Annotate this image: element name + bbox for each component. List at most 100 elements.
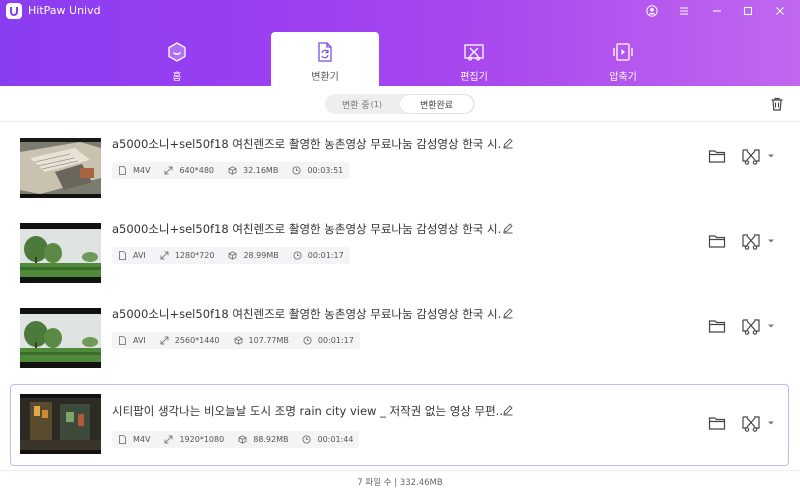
- status-segment-control: 변환 중 (1) 변환완료: [325, 94, 475, 114]
- file-resolution: 1280*720: [174, 251, 215, 260]
- convert-edit-icon[interactable]: [740, 315, 762, 337]
- menu-button[interactable]: [675, 2, 693, 20]
- chevron-down-icon[interactable]: [767, 152, 775, 160]
- duration-info: 00:01:17: [303, 336, 354, 345]
- folder-icon[interactable]: [708, 318, 726, 334]
- resolution-info: 1920*1080: [164, 435, 224, 444]
- video-thumbnail: [20, 308, 101, 368]
- close-button[interactable]: [771, 2, 789, 20]
- converting-count: (1): [370, 99, 383, 109]
- file-meta: M4V 640*480 32.16MB 00:03:51: [112, 162, 350, 179]
- file-icon: [119, 166, 126, 175]
- file-row-selected[interactable]: 시티팝이 생각나는 비오늘날 도시 조명 rain city view _ 저작…: [10, 384, 789, 466]
- cube-icon: [238, 435, 247, 444]
- thumbnail-desk-image: [20, 138, 101, 198]
- duration-info: 00:03:51: [292, 166, 343, 175]
- file-row[interactable]: a5000소니+sel50f18 여친렌즈로 촬영한 농촌영상 무료나눔 감성영…: [10, 124, 789, 204]
- resize-icon: [160, 251, 169, 260]
- folder-icon[interactable]: [708, 148, 726, 164]
- status-bar: 변환 중 (1) 변환완료: [0, 86, 800, 122]
- trash-icon[interactable]: [769, 96, 785, 112]
- file-name: 시티팝이 생각나는 비오늘날 도시 조명 rain city view _ 저작…: [112, 404, 502, 418]
- converting-tab[interactable]: 변환 중 (1): [325, 94, 399, 114]
- home-icon: [168, 42, 186, 62]
- maximize-button[interactable]: [739, 2, 757, 20]
- edit-icon[interactable]: [502, 222, 514, 234]
- clock-icon: [303, 336, 312, 345]
- clock-icon: [292, 166, 301, 175]
- chevron-down-icon[interactable]: [767, 419, 775, 427]
- compressor-icon: [613, 43, 633, 61]
- size-info: 107.77MB: [234, 336, 289, 345]
- convert-edit-icon[interactable]: [740, 145, 762, 167]
- file-duration: 00:01:17: [307, 251, 344, 260]
- file-size: 32.16MB: [243, 166, 279, 175]
- file-icon: [119, 336, 126, 345]
- file-format: AVI: [133, 336, 146, 345]
- edit-icon[interactable]: [502, 404, 514, 416]
- tab-home[interactable]: 홈: [123, 32, 231, 86]
- app-logo-icon: [6, 3, 22, 19]
- video-thumbnail: [20, 394, 101, 454]
- tab-home-label: 홈: [172, 72, 182, 83]
- account-button[interactable]: [643, 2, 661, 20]
- file-row[interactable]: a5000소니+sel50f18 여친렌즈로 촬영한 농촌영상 무료나눔 감성영…: [10, 209, 789, 289]
- minimize-icon: [713, 10, 721, 12]
- file-row[interactable]: a5000소니+sel50f18 여친렌즈로 촬영한 농촌영상 무료나눔 감성영…: [10, 294, 789, 374]
- cube-icon: [234, 336, 242, 345]
- tab-converter[interactable]: 변환기: [271, 32, 379, 86]
- resolution-info: 2560*1440: [160, 336, 220, 345]
- duration-info: 00:01:17: [293, 251, 344, 260]
- file-format: AVI: [133, 251, 146, 260]
- resize-icon: [165, 435, 173, 444]
- file-icon: [119, 251, 126, 260]
- cube-icon: [228, 166, 237, 175]
- folder-icon[interactable]: [708, 415, 726, 431]
- tab-editor[interactable]: 편집기: [420, 32, 528, 86]
- format-info: AVI: [118, 336, 146, 345]
- convert-edit-icon[interactable]: [740, 230, 762, 252]
- size-info: 32.16MB: [228, 166, 278, 175]
- file-size: 107.77MB: [248, 336, 289, 345]
- edit-icon[interactable]: [502, 307, 514, 319]
- editor-icon: [464, 44, 484, 61]
- thumbnail-city-rain-image: [20, 394, 101, 454]
- maximize-icon: [743, 6, 753, 16]
- converting-tab-label: 변환 중: [341, 100, 370, 111]
- duration-info: 00:01:44: [302, 435, 353, 444]
- tab-editor-label: 편집기: [460, 72, 488, 83]
- tab-compressor-label: 압축기: [609, 72, 637, 83]
- resolution-info: 640*480: [164, 166, 214, 175]
- title-bar: HitPaw Univd: [0, 0, 800, 22]
- video-thumbnail: [20, 223, 101, 283]
- edit-icon[interactable]: [502, 137, 514, 149]
- thumbnail-countryside-image: [20, 308, 101, 368]
- folder-icon[interactable]: [708, 233, 726, 249]
- chevron-down-icon[interactable]: [767, 322, 775, 330]
- file-name: a5000소니+sel50f18 여친렌즈로 촬영한 농촌영상 무료나눔 감성영…: [112, 307, 502, 321]
- file-meta: AVI 1280*720 28.99MB 00:01:17: [112, 247, 350, 264]
- resize-icon: [165, 166, 173, 175]
- format-info: AVI: [118, 251, 146, 260]
- file-format: M4V: [133, 435, 151, 444]
- file-name: a5000소니+sel50f18 여친렌즈로 촬영한 농촌영상 무료나눔 감성영…: [112, 137, 502, 151]
- close-icon: [776, 7, 784, 15]
- file-name: a5000소니+sel50f18 여친렌즈로 촬영한 농촌영상 무료나눔 감성영…: [112, 222, 502, 236]
- minimize-button[interactable]: [708, 2, 726, 20]
- app-header: HitPaw Univd 홈 변환기 편집기 압축기: [0, 0, 800, 86]
- file-duration: 00:03:51: [307, 166, 344, 175]
- format-info: M4V: [118, 435, 150, 444]
- converted-tab[interactable]: 변환완료: [400, 95, 473, 113]
- file-size: 88.92MB: [253, 435, 289, 444]
- user-icon: [646, 5, 658, 17]
- size-info: 28.99MB: [228, 251, 279, 260]
- hamburger-icon: [680, 7, 688, 15]
- converted-tab-label: 변환완료: [419, 100, 454, 111]
- convert-edit-icon[interactable]: [740, 412, 762, 434]
- video-thumbnail: [20, 138, 101, 198]
- converter-icon: [318, 42, 332, 62]
- chevron-down-icon[interactable]: [767, 237, 775, 245]
- file-format: M4V: [133, 166, 151, 175]
- tab-compressor[interactable]: 압축기: [569, 32, 677, 86]
- resolution-info: 1280*720: [160, 251, 215, 260]
